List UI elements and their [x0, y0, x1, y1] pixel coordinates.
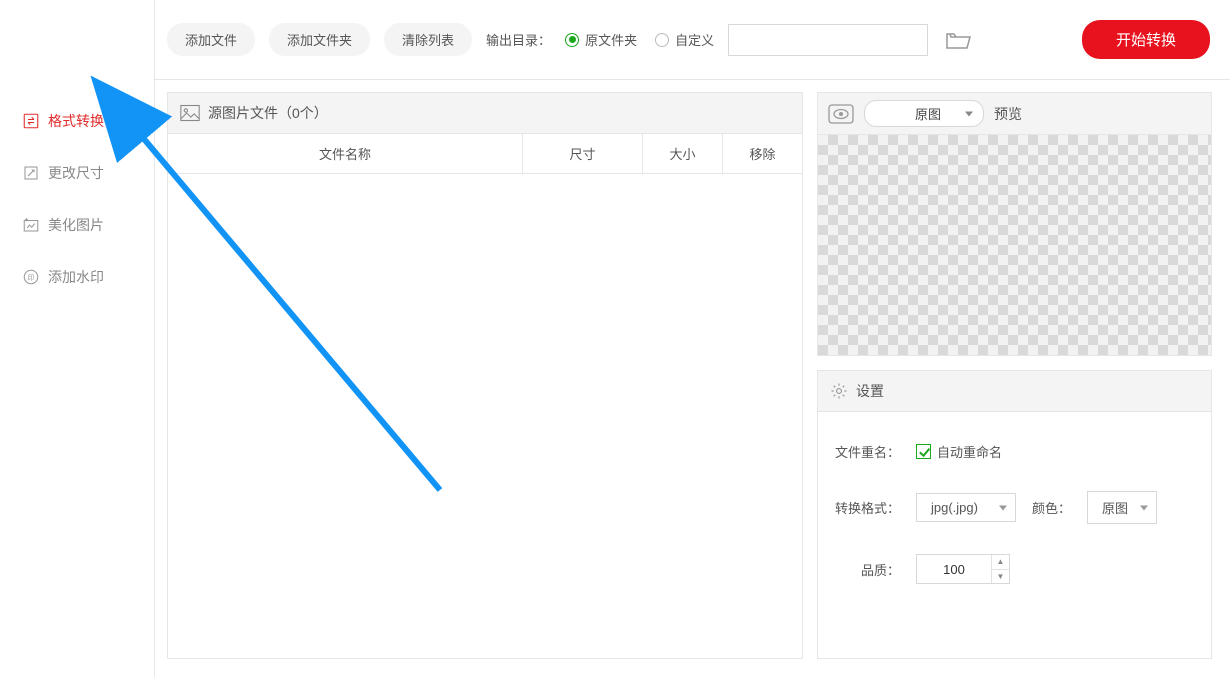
swap-icon	[22, 112, 40, 130]
radio-dot-icon	[565, 33, 579, 47]
setting-quality-row: 品质： ▲ ▼	[828, 554, 1201, 584]
toolbar: 添加文件 添加文件夹 清除列表 输出目录： 原文件夹 自定义 开始转换	[155, 0, 1230, 80]
color-label: 颜色：	[1032, 498, 1071, 517]
sparkle-image-icon	[22, 216, 40, 234]
eye-icon	[828, 103, 854, 125]
svg-text:印: 印	[28, 274, 35, 282]
col-dimensions: 尺寸	[522, 134, 642, 173]
preview-header: 原图 预览	[818, 93, 1211, 135]
file-table-body[interactable]	[168, 174, 802, 658]
output-dir-radio-group: 原文件夹 自定义	[565, 30, 714, 49]
file-table-header: 文件名称 尺寸 大小 移除	[168, 134, 802, 174]
chevron-down-icon	[999, 505, 1007, 510]
sidebar: 格式转换 更改尺寸 美化图片 印 添加水印	[0, 0, 155, 677]
col-filename: 文件名称	[168, 134, 522, 173]
setting-rename-row: 文件重名： 自动重命名	[828, 442, 1201, 461]
quality-input[interactable]	[917, 555, 991, 583]
auto-rename-checkbox[interactable]: 自动重命名	[916, 442, 1002, 461]
radio-dot-icon	[655, 33, 669, 47]
add-file-button[interactable]: 添加文件	[167, 23, 255, 56]
preview-canvas	[818, 135, 1211, 355]
start-convert-button[interactable]: 开始转换	[1082, 20, 1210, 59]
preview-panel: 原图 预览	[817, 92, 1212, 356]
nav-label: 美化图片	[48, 215, 104, 235]
nav-label: 添加水印	[48, 267, 104, 287]
settings-title: 设置	[856, 381, 884, 401]
radio-custom-folder[interactable]: 自定义	[655, 30, 714, 49]
col-remove: 移除	[722, 134, 802, 173]
quality-label: 品质：	[828, 560, 900, 579]
clear-list-button[interactable]: 清除列表	[384, 23, 472, 56]
color-select[interactable]: 原图	[1087, 491, 1157, 524]
settings-panel: 设置 文件重名： 自动重命名 转换格式：	[817, 370, 1212, 659]
format-label: 转换格式：	[828, 498, 900, 517]
output-path-input[interactable]	[728, 24, 928, 56]
gear-icon	[830, 382, 848, 400]
quality-step-down[interactable]: ▼	[992, 570, 1009, 584]
rename-label: 文件重名：	[828, 442, 900, 461]
quality-stepper[interactable]: ▲ ▼	[916, 554, 1010, 584]
nav-beautify[interactable]: 美化图片	[0, 199, 154, 251]
format-select[interactable]: jpg(.jpg)	[916, 493, 1016, 522]
setting-format-row: 转换格式： jpg(.jpg) 颜色： 原图	[828, 491, 1201, 524]
chevron-down-icon	[1140, 505, 1148, 510]
nav-label: 格式转换	[48, 111, 104, 131]
col-filesize: 大小	[642, 134, 722, 173]
chevron-down-icon	[965, 111, 973, 116]
settings-header: 设置	[818, 371, 1211, 412]
preview-zoom-select[interactable]: 原图	[864, 100, 984, 127]
image-icon	[180, 104, 200, 122]
quality-step-up[interactable]: ▲	[992, 555, 1009, 570]
nav-resize[interactable]: 更改尺寸	[0, 147, 154, 199]
browse-folder-button[interactable]	[942, 24, 974, 56]
resize-icon	[22, 164, 40, 182]
nav-watermark[interactable]: 印 添加水印	[0, 251, 154, 303]
files-panel-title: 源图片文件（0个）	[208, 103, 328, 123]
nav-label: 更改尺寸	[48, 163, 104, 183]
folder-open-icon	[945, 29, 971, 51]
files-panel: 源图片文件（0个） 文件名称 尺寸 大小 移除	[167, 92, 803, 659]
output-dir-label: 输出目录：	[486, 30, 551, 49]
stamp-icon: 印	[22, 268, 40, 286]
files-panel-header: 源图片文件（0个）	[168, 93, 802, 134]
preview-label: 预览	[994, 104, 1022, 124]
checkbox-checked-icon	[916, 444, 931, 459]
radio-original-folder[interactable]: 原文件夹	[565, 30, 637, 49]
nav-format-convert[interactable]: 格式转换	[0, 95, 154, 147]
add-folder-button[interactable]: 添加文件夹	[269, 23, 370, 56]
